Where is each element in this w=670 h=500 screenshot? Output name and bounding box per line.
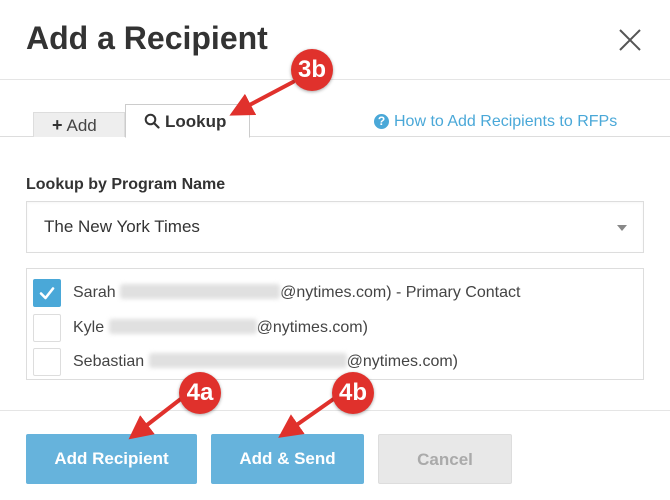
program-name-select[interactable]: The New York Times: [26, 201, 644, 253]
arrow-4b: [278, 396, 337, 438]
modal-header: Add a Recipient: [0, 0, 670, 80]
recipient-row[interactable]: Sebastian @nytimes.com): [33, 347, 633, 377]
recipient-checkbox[interactable]: [33, 314, 61, 342]
callout-step-4b: 4b: [332, 372, 374, 414]
help-circle-icon: ?: [374, 114, 389, 129]
search-icon: [144, 113, 160, 129]
tab-lookup-label: Lookup: [165, 112, 227, 131]
recipient-name: Kyle: [73, 319, 105, 336]
recipient-email-suffix: @nytimes.com) - Primary Contact: [280, 284, 521, 301]
help-link[interactable]: ? How to Add Recipients to RFPs: [374, 113, 617, 131]
recipient-name: Sebastian: [73, 353, 145, 370]
tab-lookup[interactable]: Lookup: [125, 104, 250, 138]
lookup-field-label: Lookup by Program Name: [26, 176, 226, 193]
cancel-button[interactable]: Cancel: [378, 434, 512, 484]
modal-title: Add a Recipient: [26, 20, 268, 56]
redacted-text: [120, 284, 281, 299]
footer-divider: [0, 410, 670, 411]
checkmark-icon: [39, 287, 55, 300]
add-and-send-button[interactable]: Add & Send: [211, 434, 364, 484]
plus-icon: +: [52, 115, 63, 135]
recipient-checkbox[interactable]: [33, 348, 61, 376]
recipient-row[interactable]: Kyle @nytimes.com): [33, 313, 633, 343]
close-button[interactable]: [614, 24, 646, 56]
recipient-tabs: + Add Lookup ? How to Add Recipients to RF…: [0, 104, 670, 138]
redacted-text: [108, 319, 257, 334]
redacted-text: [148, 353, 347, 368]
recipient-list: Sarah @nytimes.com) - Primary Contact Ky…: [26, 268, 644, 380]
tab-add-label: Add: [66, 116, 97, 135]
recipient-label: Kyle @nytimes.com): [73, 319, 368, 337]
callout-step-3b: 3b: [291, 49, 333, 91]
recipient-label: Sarah @nytimes.com) - Primary Contact: [73, 284, 520, 302]
tab-add[interactable]: + Add: [33, 112, 125, 137]
recipient-label: Sebastian @nytimes.com): [73, 353, 458, 371]
selected-program: The New York Times: [44, 217, 200, 236]
caret-down-icon: [617, 225, 627, 231]
arrow-4a: [128, 396, 184, 440]
callout-step-4a: 4a: [179, 372, 221, 414]
add-recipient-modal: Add a Recipient + Add Lookup ? How to Add …: [0, 0, 670, 500]
recipient-email-suffix: @nytimes.com): [346, 353, 458, 370]
recipient-checkbox[interactable]: [33, 279, 61, 307]
help-link-label: How to Add Recipients to RFPs: [394, 113, 618, 130]
recipient-row[interactable]: Sarah @nytimes.com) - Primary Contact: [33, 278, 633, 308]
close-icon: [619, 29, 641, 51]
add-recipient-button[interactable]: Add Recipient: [26, 434, 197, 484]
recipient-name: Sarah: [73, 284, 116, 301]
recipient-email-suffix: @nytimes.com): [256, 319, 368, 336]
